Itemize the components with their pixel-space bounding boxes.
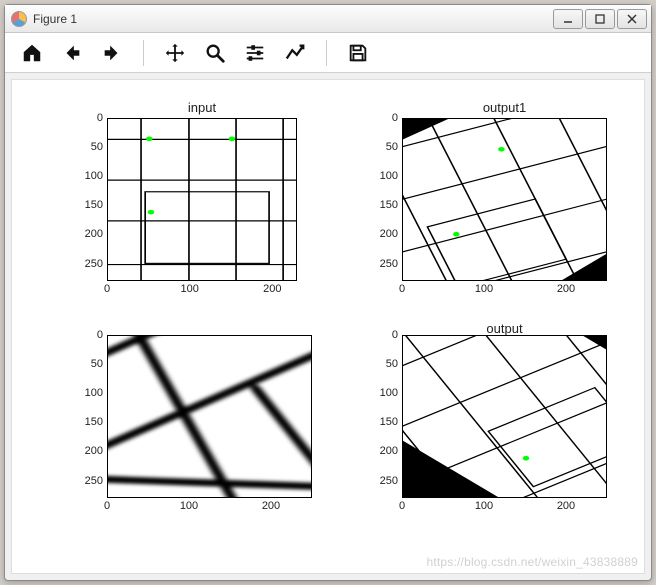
- configure-button[interactable]: [238, 37, 272, 69]
- subplot-title: output: [402, 321, 607, 336]
- toolbar-separator: [326, 40, 327, 66]
- subplot-output1: output1: [402, 118, 607, 281]
- subplot-2: 0 50 100 150 200 250 0 100 200: [107, 335, 312, 498]
- xtick-label: 200: [254, 498, 288, 512]
- ytick-label: 100: [77, 170, 107, 182]
- move-icon: [164, 42, 186, 64]
- figure-canvas[interactable]: input: [11, 79, 645, 574]
- matplotlib-toolbar: [5, 33, 651, 73]
- ytick-label: 200: [372, 228, 402, 240]
- figure-window: Figure 1: [4, 4, 652, 581]
- subplot-output: output: [402, 335, 607, 498]
- ytick-label: 0: [77, 329, 107, 341]
- watermark-text: https://blog.csdn.net/weixin_43838889: [426, 555, 638, 569]
- home-button[interactable]: [15, 37, 49, 69]
- chart-line-icon: [284, 42, 306, 64]
- ytick-label: 250: [77, 258, 107, 270]
- xtick-label: 200: [255, 281, 289, 295]
- xtick-label: 200: [549, 281, 583, 295]
- axes-frame: [402, 335, 607, 498]
- minimize-button[interactable]: [553, 9, 583, 29]
- ytick-label: 50: [77, 358, 107, 370]
- xtick-label: 100: [467, 498, 501, 512]
- ytick-label: 200: [372, 445, 402, 457]
- subplot-title: output1: [402, 100, 607, 115]
- zoom-button[interactable]: [198, 37, 232, 69]
- subplot-input: input: [107, 118, 297, 281]
- toolbar-separator: [143, 40, 144, 66]
- save-button[interactable]: [341, 37, 375, 69]
- xtick-label: 0: [385, 498, 419, 512]
- ytick-label: 50: [77, 141, 107, 153]
- ytick-label: 150: [77, 199, 107, 211]
- back-button[interactable]: [55, 37, 89, 69]
- axes-frame: [107, 118, 297, 281]
- magnify-icon: [204, 42, 226, 64]
- ytick-label: 200: [77, 228, 107, 240]
- sliders-icon: [244, 42, 266, 64]
- ytick-label: 50: [372, 141, 402, 153]
- ytick-label: 100: [372, 170, 402, 182]
- ytick-label: 200: [77, 445, 107, 457]
- app-icon: [11, 11, 27, 27]
- edit-button[interactable]: [278, 37, 312, 69]
- pan-button[interactable]: [158, 37, 192, 69]
- xtick-label: 0: [385, 281, 419, 295]
- xtick-label: 0: [90, 498, 124, 512]
- plot-image: [108, 336, 312, 498]
- arrow-right-icon: [101, 42, 123, 64]
- xtick-label: 100: [173, 281, 207, 295]
- xtick-label: 100: [467, 281, 501, 295]
- window-title: Figure 1: [33, 12, 77, 26]
- ytick-label: 0: [372, 329, 402, 341]
- arrow-left-icon: [61, 42, 83, 64]
- xtick-label: 200: [549, 498, 583, 512]
- ytick-label: 150: [372, 199, 402, 211]
- xtick-label: 100: [172, 498, 206, 512]
- axes-frame: [402, 118, 607, 281]
- axes-frame: [107, 335, 312, 498]
- ytick-label: 100: [372, 387, 402, 399]
- ytick-label: 250: [372, 258, 402, 270]
- ytick-label: 250: [77, 475, 107, 487]
- ytick-label: 250: [372, 475, 402, 487]
- home-icon: [21, 42, 43, 64]
- xtick-label: 0: [90, 281, 124, 295]
- titlebar[interactable]: Figure 1: [5, 5, 651, 33]
- close-button[interactable]: [617, 9, 647, 29]
- ytick-label: 0: [372, 112, 402, 124]
- maximize-button[interactable]: [585, 9, 615, 29]
- ytick-label: 150: [77, 416, 107, 428]
- ytick-label: 50: [372, 358, 402, 370]
- subplot-title: input: [107, 100, 297, 115]
- ytick-label: 0: [77, 112, 107, 124]
- save-icon: [347, 42, 369, 64]
- plot-image: [108, 119, 297, 281]
- ytick-label: 150: [372, 416, 402, 428]
- plot-image: [403, 119, 607, 281]
- forward-button[interactable]: [95, 37, 129, 69]
- plot-image: [403, 336, 607, 498]
- ytick-label: 100: [77, 387, 107, 399]
